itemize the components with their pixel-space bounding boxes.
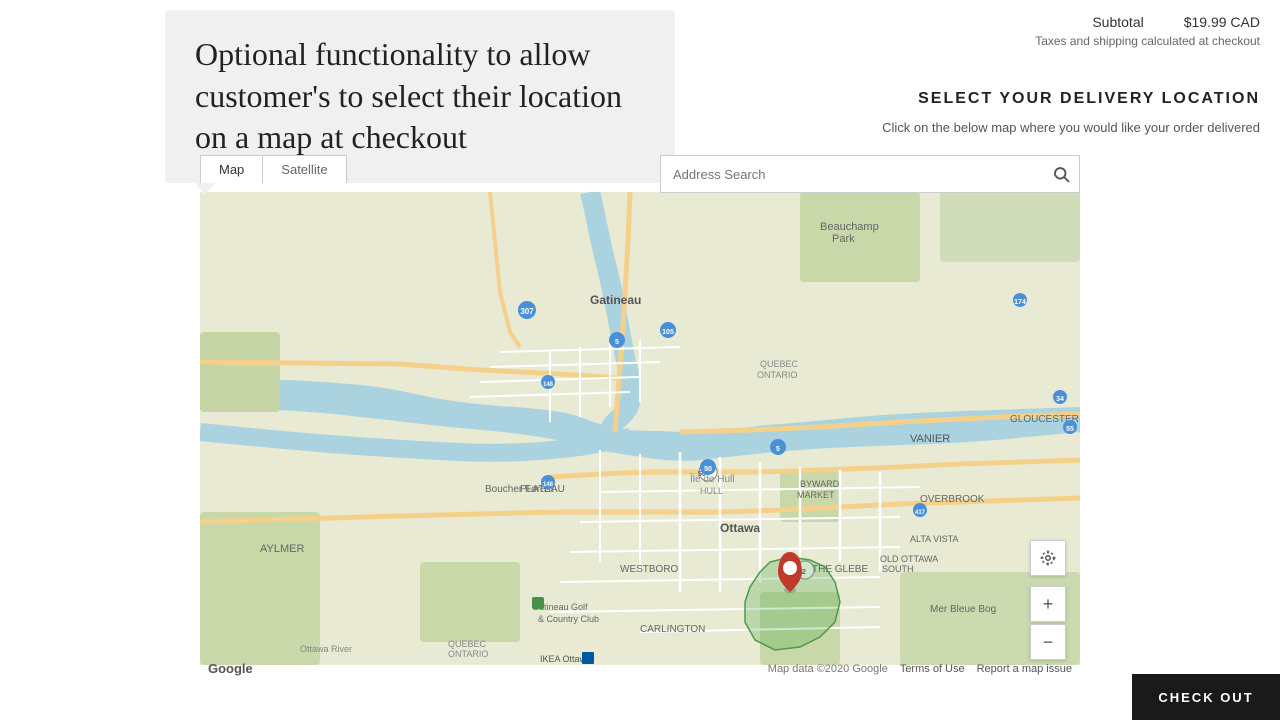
svg-text:105: 105 [662, 329, 674, 336]
map-tabs: Map Satellite [200, 155, 347, 183]
svg-text:ONTARIO: ONTARIO [757, 370, 797, 380]
svg-text:Mer Bleue Bog: Mer Bleue Bog [930, 604, 996, 615]
svg-text:Beauchamp: Beauchamp [820, 221, 879, 233]
tax-note: Taxes and shipping calculated at checkou… [1035, 34, 1260, 48]
tab-satellite[interactable]: Satellite [262, 156, 345, 183]
svg-text:QUEBEC: QUEBEC [448, 639, 487, 649]
svg-text:ALTA VISTA: ALTA VISTA [910, 534, 959, 544]
svg-text:HULL: HULL [700, 486, 723, 496]
svg-text:148: 148 [543, 482, 554, 488]
delivery-section-title: SELECT YOUR DELIVERY LOCATION [918, 90, 1260, 108]
zoom-in-button[interactable]: + [1030, 586, 1066, 622]
order-summary: Subtotal $19.99 CAD Taxes and shipping c… [1035, 14, 1260, 48]
svg-text:50: 50 [704, 466, 712, 473]
subtotal-label: Subtotal [1092, 14, 1143, 30]
location-button[interactable] [1030, 540, 1066, 576]
svg-text:5: 5 [776, 446, 780, 453]
map-footer: Google Map data ©2020 Google Terms of Us… [200, 657, 1080, 680]
svg-text:CARLINGTON: CARLINGTON [640, 624, 705, 635]
svg-text:174: 174 [1014, 299, 1026, 306]
svg-text:OVERBROOK: OVERBROOK [920, 494, 985, 505]
svg-text:Ottawa: Ottawa [720, 521, 760, 535]
svg-text:OLD OTTAWA: OLD OTTAWA [880, 554, 938, 564]
svg-text:& Country Club: & Country Club [538, 614, 599, 624]
terms-of-use-link[interactable]: Terms of Use [900, 663, 965, 675]
google-logo: Google [208, 661, 253, 676]
search-icon [1052, 165, 1070, 183]
report-map-issue-link[interactable]: Report a map issue [977, 663, 1072, 675]
svg-text:SOUTH: SOUTH [882, 564, 914, 574]
svg-text:Gatineau: Gatineau [590, 293, 641, 307]
address-search-wrapper [660, 155, 1080, 193]
map-svg: Beauchamp Park Gatineau Ottawa VANIER OV… [200, 192, 1080, 665]
svg-text:WESTBORO: WESTBORO [620, 564, 679, 575]
svg-text:MARKET: MARKET [797, 490, 835, 500]
svg-text:5: 5 [615, 339, 619, 346]
address-search-input[interactable] [661, 159, 1043, 190]
map-controls: + − [1030, 540, 1066, 660]
svg-text:Park: Park [832, 233, 855, 245]
svg-text:148: 148 [543, 382, 554, 388]
checkout-button[interactable]: CHECK OUT [1132, 674, 1280, 720]
svg-text:55: 55 [1066, 426, 1074, 433]
map-data-credit: Map data ©2020 Google [768, 663, 888, 675]
tab-map[interactable]: Map [201, 156, 262, 183]
subtotal-value: $19.99 CAD [1184, 14, 1260, 30]
delivery-section-subtitle: Click on the below map where you would l… [882, 120, 1260, 135]
svg-text:AYLMER: AYLMER [260, 543, 304, 555]
location-icon [1039, 549, 1057, 567]
svg-text:417: 417 [915, 510, 926, 516]
svg-text:307: 307 [520, 307, 534, 316]
info-tooltip-text: Optional functionality to allow customer… [195, 36, 622, 155]
svg-text:34: 34 [1056, 396, 1064, 403]
search-button[interactable] [1043, 156, 1079, 192]
svg-text:QUEBEC: QUEBEC [760, 359, 799, 369]
svg-text:BYWARD: BYWARD [800, 479, 840, 489]
map-display[interactable]: Beauchamp Park Gatineau Ottawa VANIER OV… [200, 192, 1080, 665]
svg-text:VANIER: VANIER [910, 433, 950, 445]
zoom-out-button[interactable]: − [1030, 624, 1066, 660]
svg-text:Ottawa River: Ottawa River [300, 644, 352, 654]
